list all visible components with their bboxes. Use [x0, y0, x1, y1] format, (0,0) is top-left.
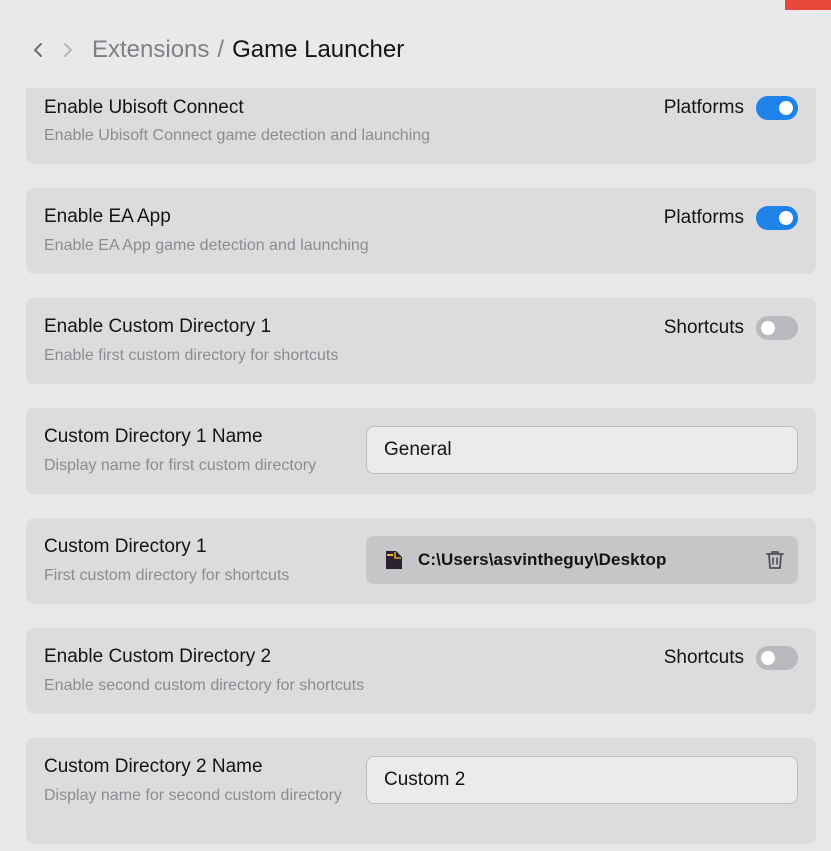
settings-page: Extensions / Game Launcher Enable Ubisof…: [0, 0, 831, 851]
page-title: Game Launcher: [232, 36, 405, 63]
setting-description: Display name for first custom directory: [44, 457, 317, 474]
setting-custom-directory-1-enable: Enable Custom Directory 1 Enable first c…: [26, 298, 816, 384]
setting-custom-directory-2-name: Custom Directory 2 Name Display name for…: [26, 738, 816, 844]
setting-description: Enable first custom directory for shortc…: [44, 347, 339, 364]
setting-custom-directory-2-enable: Enable Custom Directory 2 Enable second …: [26, 628, 816, 714]
setting-ea-app: Enable EA App Enable EA App game detecti…: [26, 188, 816, 274]
setting-title: Enable EA App: [44, 206, 171, 227]
window-close-button[interactable]: [785, 0, 831, 10]
setting-description: Display name for second custom directory: [44, 787, 342, 804]
setting-title: Enable Ubisoft Connect: [44, 97, 244, 118]
ubisoft-connect-toggle[interactable]: [756, 96, 798, 120]
setting-title: Enable Custom Directory 2: [44, 646, 272, 667]
custom-directory-1-name-input[interactable]: [366, 426, 798, 474]
setting-title: Custom Directory 1 Name: [44, 426, 263, 447]
setting-tag: Shortcuts: [663, 647, 744, 668]
setting-description: Enable EA App game detection and launchi…: [44, 237, 369, 254]
toggle-knob: [761, 651, 775, 665]
setting-tag: Platforms: [663, 207, 744, 228]
custom-directory-1-path: C:\Users\asvintheguy\Desktop: [418, 550, 667, 569]
setting-custom-directory-1-path: Custom Directory 1 First custom director…: [26, 518, 816, 604]
chevron-right-icon[interactable]: [60, 42, 76, 58]
file-icon: [384, 550, 404, 570]
toggle-knob: [761, 321, 775, 335]
setting-tag: Platforms: [663, 97, 744, 118]
breadcrumb-root[interactable]: Extensions: [92, 36, 209, 64]
breadcrumb-separator: /: [217, 36, 225, 63]
toggle-knob: [779, 211, 793, 225]
setting-description: First custom directory for shortcuts: [44, 567, 290, 584]
chevron-left-icon[interactable]: [30, 42, 46, 58]
custom-directory-2-toggle[interactable]: [756, 646, 798, 670]
custom-directory-1-path-field[interactable]: C:\Users\asvintheguy\Desktop: [366, 536, 798, 584]
trash-icon[interactable]: [764, 549, 786, 571]
setting-title: Custom Directory 1: [44, 536, 207, 557]
setting-title: Enable Custom Directory 1: [44, 316, 272, 337]
ea-app-toggle[interactable]: [756, 206, 798, 230]
settings-list: Enable Ubisoft Connect Enable Ubisoft Co…: [26, 88, 816, 851]
setting-description: Enable Ubisoft Connect game detection an…: [44, 127, 431, 144]
setting-description: Enable second custom directory for short…: [44, 677, 365, 694]
setting-custom-directory-1-name: Custom Directory 1 Name Display name for…: [26, 408, 816, 494]
setting-title: Custom Directory 2 Name: [44, 756, 263, 777]
setting-ubisoft-connect: Enable Ubisoft Connect Enable Ubisoft Co…: [26, 88, 816, 164]
breadcrumb-bar: Extensions / Game Launcher: [30, 33, 404, 67]
toggle-knob: [779, 101, 793, 115]
custom-directory-1-toggle[interactable]: [756, 316, 798, 340]
custom-directory-2-name-input[interactable]: [366, 756, 798, 804]
setting-tag: Shortcuts: [663, 317, 744, 338]
